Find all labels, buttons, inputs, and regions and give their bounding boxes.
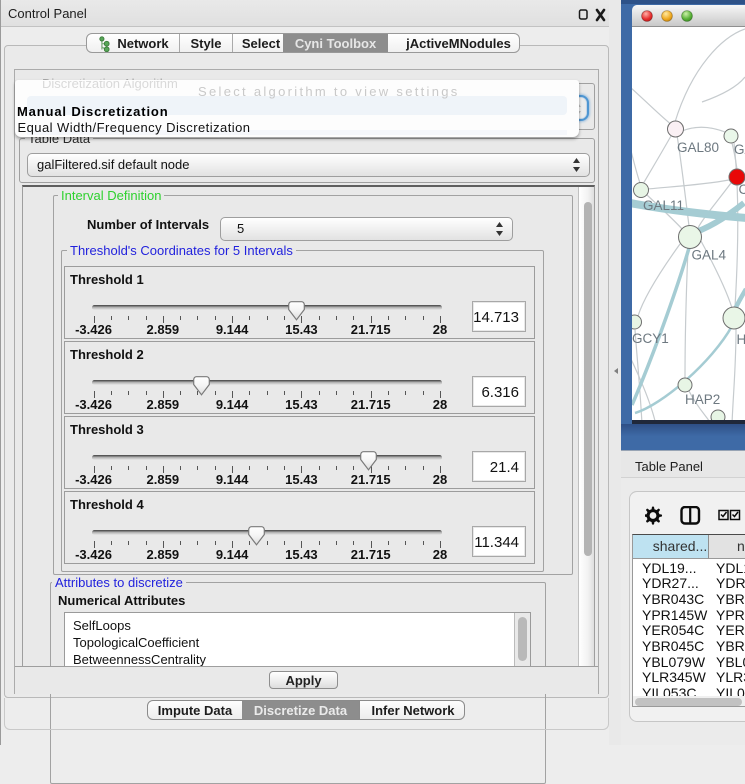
svg-text:GAL80: GAL80	[677, 140, 719, 155]
svg-text:HAP2: HAP2	[685, 392, 720, 407]
svg-text:GAL11: GAL11	[643, 198, 684, 213]
svg-text:GAL: GAL	[734, 142, 745, 157]
svg-text:GAL4: GAL4	[692, 248, 727, 263]
svg-text:CY: CY	[739, 182, 745, 197]
svg-text:HA: HA	[737, 332, 745, 347]
svg-text:GCY1: GCY1	[632, 331, 669, 346]
